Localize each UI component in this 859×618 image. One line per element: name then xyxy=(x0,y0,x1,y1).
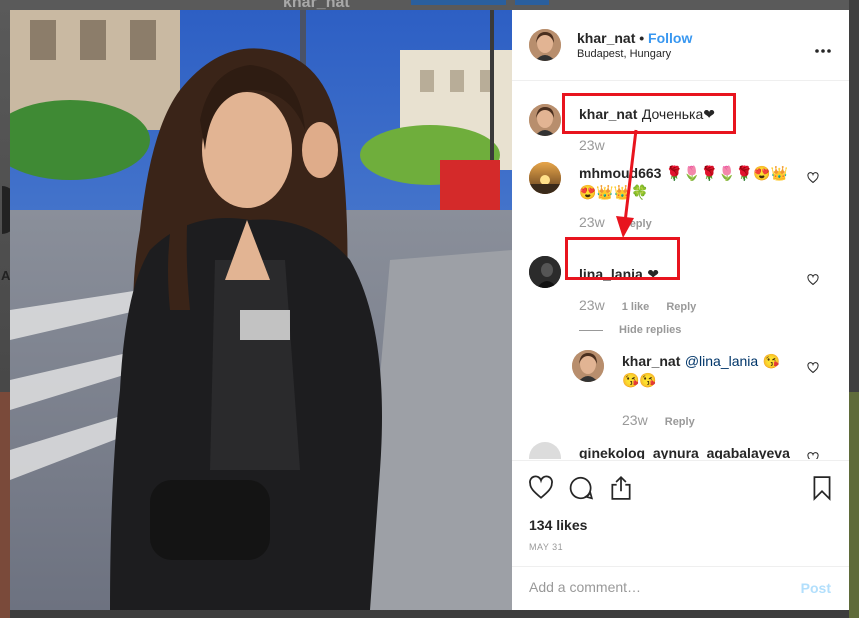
divider xyxy=(579,329,603,331)
author-line: khar_nat • Follow xyxy=(577,30,692,46)
heart-icon[interactable] xyxy=(807,362,819,374)
background-tile xyxy=(849,392,859,618)
heart-icon[interactable] xyxy=(807,172,819,184)
comment-avatar[interactable] xyxy=(529,104,561,136)
hide-replies-label: Hide replies xyxy=(619,324,682,336)
comment-text: ❤ xyxy=(647,266,659,282)
add-comment-bar: Post xyxy=(512,566,849,611)
post-comment-button[interactable]: Post xyxy=(801,580,831,596)
comment-text-continued: 😘😘 xyxy=(622,372,657,388)
heart-icon[interactable] xyxy=(807,274,819,286)
follow-button[interactable]: Follow xyxy=(648,30,692,46)
comment-text: 😘 xyxy=(762,353,781,369)
comment-username[interactable]: khar_nat xyxy=(579,106,637,122)
post-header: khar_nat • Follow Budapest, Hungary xyxy=(512,10,849,81)
annotation-arrow xyxy=(616,129,638,238)
comment-username[interactable]: khar_nat xyxy=(622,353,680,369)
comment-username[interactable]: lina_lania xyxy=(579,266,643,282)
background-button xyxy=(411,0,506,5)
background-letter: A xyxy=(1,268,11,283)
comment-time[interactable]: 23w xyxy=(622,412,648,428)
post-actions: 134 likes MAY 31 Post xyxy=(512,460,849,610)
reply-button[interactable]: Reply xyxy=(666,301,696,313)
comment-likes[interactable]: 1 like xyxy=(622,301,650,313)
comment-text: Доченька❤ xyxy=(641,106,715,122)
bookmark-icon[interactable] xyxy=(809,475,835,501)
likes-count[interactable]: 134 likes xyxy=(529,517,587,533)
author-username[interactable]: khar_nat xyxy=(577,30,635,46)
more-horizontal-icon[interactable] xyxy=(815,37,831,58)
heart-icon[interactable] xyxy=(807,452,819,459)
comments-list[interactable]: khar_nat Доченька❤ 23w mhmoud663 🌹🌷🌹🌷🌹😍👑… xyxy=(512,82,849,459)
background-tile xyxy=(0,392,10,618)
background-tile xyxy=(849,0,859,392)
comment-time[interactable]: 23w xyxy=(579,137,605,153)
post-location[interactable]: Budapest, Hungary xyxy=(577,48,671,60)
comment-username[interactable]: ginekolog_aynura_agabalayeva xyxy=(579,445,790,459)
comment-icon[interactable] xyxy=(568,475,594,501)
comment-time[interactable]: 23w xyxy=(579,214,605,230)
post-date[interactable]: MAY 31 xyxy=(529,542,563,552)
comment-avatar[interactable] xyxy=(529,442,561,459)
comment-mention[interactable]: @lina_lania xyxy=(685,353,758,369)
share-icon[interactable] xyxy=(608,475,634,501)
heart-icon[interactable] xyxy=(528,475,554,501)
comment-text: 🌹🌷🌹🌷🌹😍👑 xyxy=(665,165,788,181)
hide-replies-toggle[interactable]: Hide replies xyxy=(579,324,681,336)
separator-dot: • xyxy=(639,30,645,46)
comment-avatar[interactable] xyxy=(529,256,561,288)
comment-avatar[interactable] xyxy=(572,350,604,382)
author-avatar[interactable] xyxy=(529,29,561,61)
post-photo[interactable] xyxy=(10,10,512,610)
comment-avatar[interactable] xyxy=(529,162,561,194)
reply-button[interactable]: Reply xyxy=(665,416,695,428)
background-button xyxy=(515,0,549,5)
comment-time[interactable]: 23w xyxy=(579,297,605,313)
comment-input[interactable] xyxy=(529,579,769,595)
post-sidebar: khar_nat • Follow Budapest, Hungary khar… xyxy=(512,10,849,610)
